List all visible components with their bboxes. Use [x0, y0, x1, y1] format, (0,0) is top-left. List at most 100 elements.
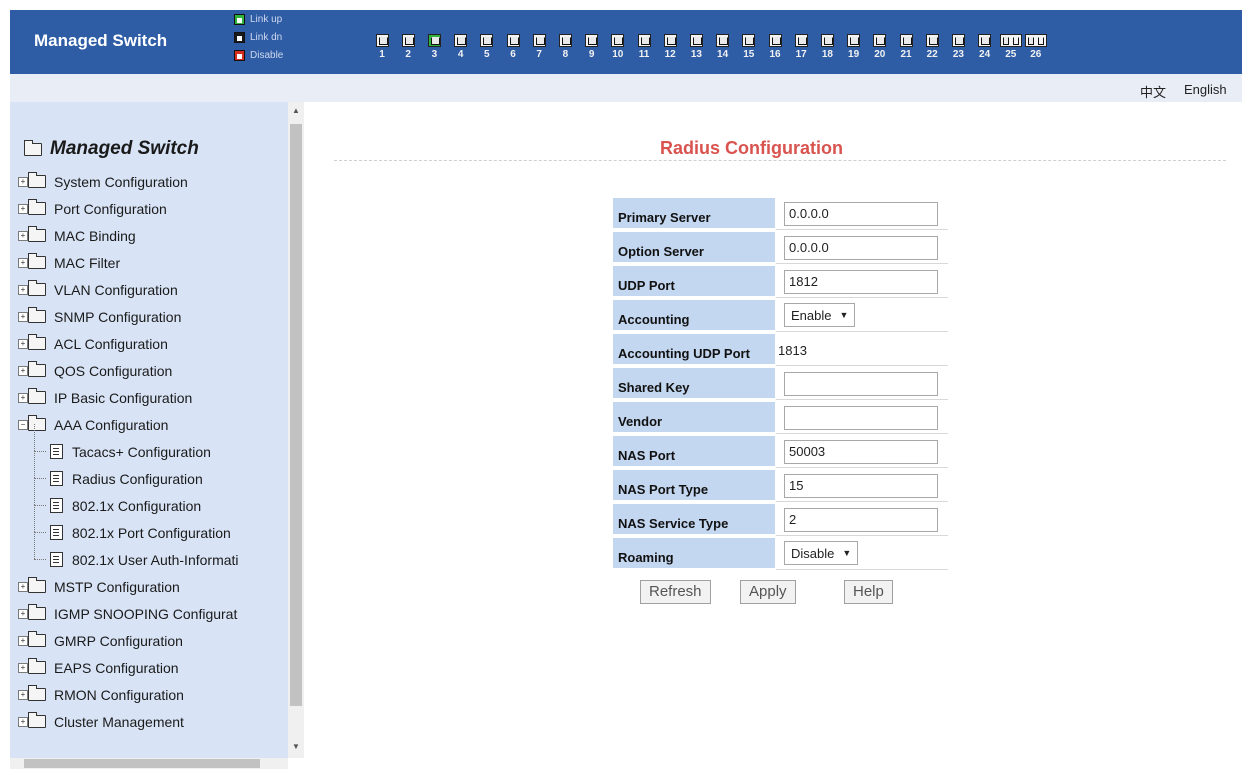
port-number: 3 [431, 49, 438, 60]
sidebar-item[interactable]: − AAA Configuration [10, 411, 288, 438]
sidebar-item-label: RMON Configuration [54, 686, 184, 703]
field-label-cell: Accounting [612, 299, 776, 331]
port-25[interactable]: 25 [999, 34, 1023, 74]
port-12[interactable]: 12 [658, 34, 682, 74]
sidebar-item[interactable]: + EAPS Configuration [10, 654, 288, 681]
expand-icon[interactable]: + [18, 581, 28, 592]
sidebar-item[interactable]: + IP Basic Configuration [10, 384, 288, 411]
expand-icon[interactable]: + [18, 311, 28, 322]
sidebar-vertical-scrollbar[interactable]: ▲ ▼ [288, 102, 304, 758]
expand-icon[interactable]: + [18, 338, 28, 349]
folder-icon [28, 334, 46, 350]
port-number: 13 [690, 49, 702, 60]
scroll-up-icon[interactable]: ▲ [292, 106, 300, 115]
expand-icon[interactable]: + [18, 392, 28, 403]
expand-icon[interactable]: + [18, 176, 28, 187]
sidebar-subitem[interactable]: 802.1x Port Configuration [10, 505, 288, 546]
text-input[interactable] [784, 406, 938, 430]
port-3[interactable]: 3 [422, 34, 446, 74]
ethernet-port-icon [689, 34, 703, 47]
expand-icon[interactable]: + [18, 365, 28, 376]
port-16[interactable]: 16 [763, 34, 787, 74]
sidebar-horizontal-scrollbar[interactable] [10, 758, 288, 769]
tree-root[interactable]: Managed Switch [24, 138, 199, 160]
sidebar-item[interactable]: + Port Configuration [10, 195, 288, 222]
port-number: 26 [1030, 49, 1042, 60]
sidebar-item[interactable]: + Cluster Management [10, 708, 288, 735]
expand-icon[interactable]: + [18, 635, 28, 646]
select-dropdown[interactable]: Enable ▼ [784, 303, 856, 327]
text-input[interactable]: 1813 [778, 343, 807, 358]
sidebar-item[interactable]: + QOS Configuration [10, 357, 288, 384]
sidebar-subitem[interactable]: 802.1x User Auth-Informati [10, 532, 288, 573]
port-20[interactable]: 20 [868, 34, 892, 74]
sidebar-item[interactable]: + MAC Binding [10, 222, 288, 249]
text-input[interactable]: 2 [784, 508, 938, 532]
text-input[interactable]: 15 [784, 474, 938, 498]
sidebar-item[interactable]: + SNMP Configuration [10, 303, 288, 330]
expand-icon[interactable]: + [18, 662, 28, 673]
sidebar-item[interactable]: + RMON Configuration [10, 681, 288, 708]
text-input[interactable]: 1812 [784, 270, 938, 294]
port-14[interactable]: 14 [711, 34, 735, 74]
expand-icon[interactable]: + [18, 257, 28, 268]
sidebar: Managed Switch + System Configuration + Por… [10, 102, 288, 769]
sidebar-item[interactable]: + VLAN Configuration [10, 276, 288, 303]
port-5[interactable]: 5 [475, 34, 499, 74]
sidebar-subitem[interactable]: Radius Configuration [10, 451, 288, 492]
text-input[interactable] [784, 372, 938, 396]
sidebar-item-label: AAA Configuration [54, 416, 169, 433]
text-input[interactable]: 0.0.0.0 [784, 202, 938, 226]
sidebar-item[interactable]: + MSTP Configuration [10, 573, 288, 600]
port-7[interactable]: 7 [527, 34, 551, 74]
port-4[interactable]: 4 [449, 34, 473, 74]
lang-english-link[interactable]: English [1184, 82, 1227, 97]
port-17[interactable]: 17 [789, 34, 813, 74]
text-input[interactable]: 0.0.0.0 [784, 236, 938, 260]
port-26[interactable]: 26 [1024, 34, 1048, 74]
port-number: 23 [952, 49, 964, 60]
scroll-down-icon[interactable]: ▼ [292, 742, 300, 751]
sidebar-item[interactable]: + ACL Configuration [10, 330, 288, 357]
help-button[interactable]: Help [844, 580, 893, 604]
hscroll-thumb[interactable] [24, 759, 260, 768]
port-13[interactable]: 13 [684, 34, 708, 74]
refresh-button[interactable]: Refresh [640, 580, 711, 604]
port-9[interactable]: 9 [580, 34, 604, 74]
select-dropdown[interactable]: Disable ▼ [784, 541, 859, 565]
scroll-thumb[interactable] [290, 124, 302, 706]
lang-chinese-link[interactable]: 中文 [1140, 82, 1166, 101]
tree-root-label: Managed Switch [50, 138, 199, 159]
port-24[interactable]: 24 [973, 34, 997, 74]
expand-icon[interactable]: + [18, 689, 28, 700]
expand-icon[interactable]: + [18, 230, 28, 241]
expand-icon[interactable]: + [18, 608, 28, 619]
port-15[interactable]: 15 [737, 34, 761, 74]
expand-icon[interactable]: + [18, 203, 28, 214]
port-6[interactable]: 6 [501, 34, 525, 74]
sidebar-item[interactable]: + GMRP Configuration [10, 627, 288, 654]
port-23[interactable]: 23 [946, 34, 970, 74]
port-number: 21 [900, 49, 912, 60]
port-18[interactable]: 18 [815, 34, 839, 74]
expand-icon[interactable]: + [18, 716, 28, 727]
sidebar-item[interactable]: + System Configuration [10, 168, 288, 195]
field-value-cell: Enable ▼ [776, 299, 948, 332]
apply-button[interactable]: Apply [740, 580, 796, 604]
port-21[interactable]: 21 [894, 34, 918, 74]
port-11[interactable]: 11 [632, 34, 656, 74]
port-22[interactable]: 22 [920, 34, 944, 74]
port-8[interactable]: 8 [553, 34, 577, 74]
port-status-icon [234, 13, 245, 25]
port-1[interactable]: 1 [370, 34, 394, 74]
sidebar-item[interactable]: + IGMP SNOOPING Configurat [10, 600, 288, 627]
port-19[interactable]: 19 [842, 34, 866, 74]
text-input[interactable]: 50003 [784, 440, 938, 464]
collapse-icon[interactable]: − [18, 419, 28, 430]
expand-icon[interactable]: + [18, 284, 28, 295]
sidebar-item[interactable]: + MAC Filter [10, 249, 288, 276]
port-2[interactable]: 2 [396, 34, 420, 74]
sidebar-subitem[interactable]: Tacacs+ Configuration [10, 424, 288, 465]
sidebar-subitem[interactable]: 802.1x Configuration [10, 478, 288, 519]
port-10[interactable]: 10 [606, 34, 630, 74]
